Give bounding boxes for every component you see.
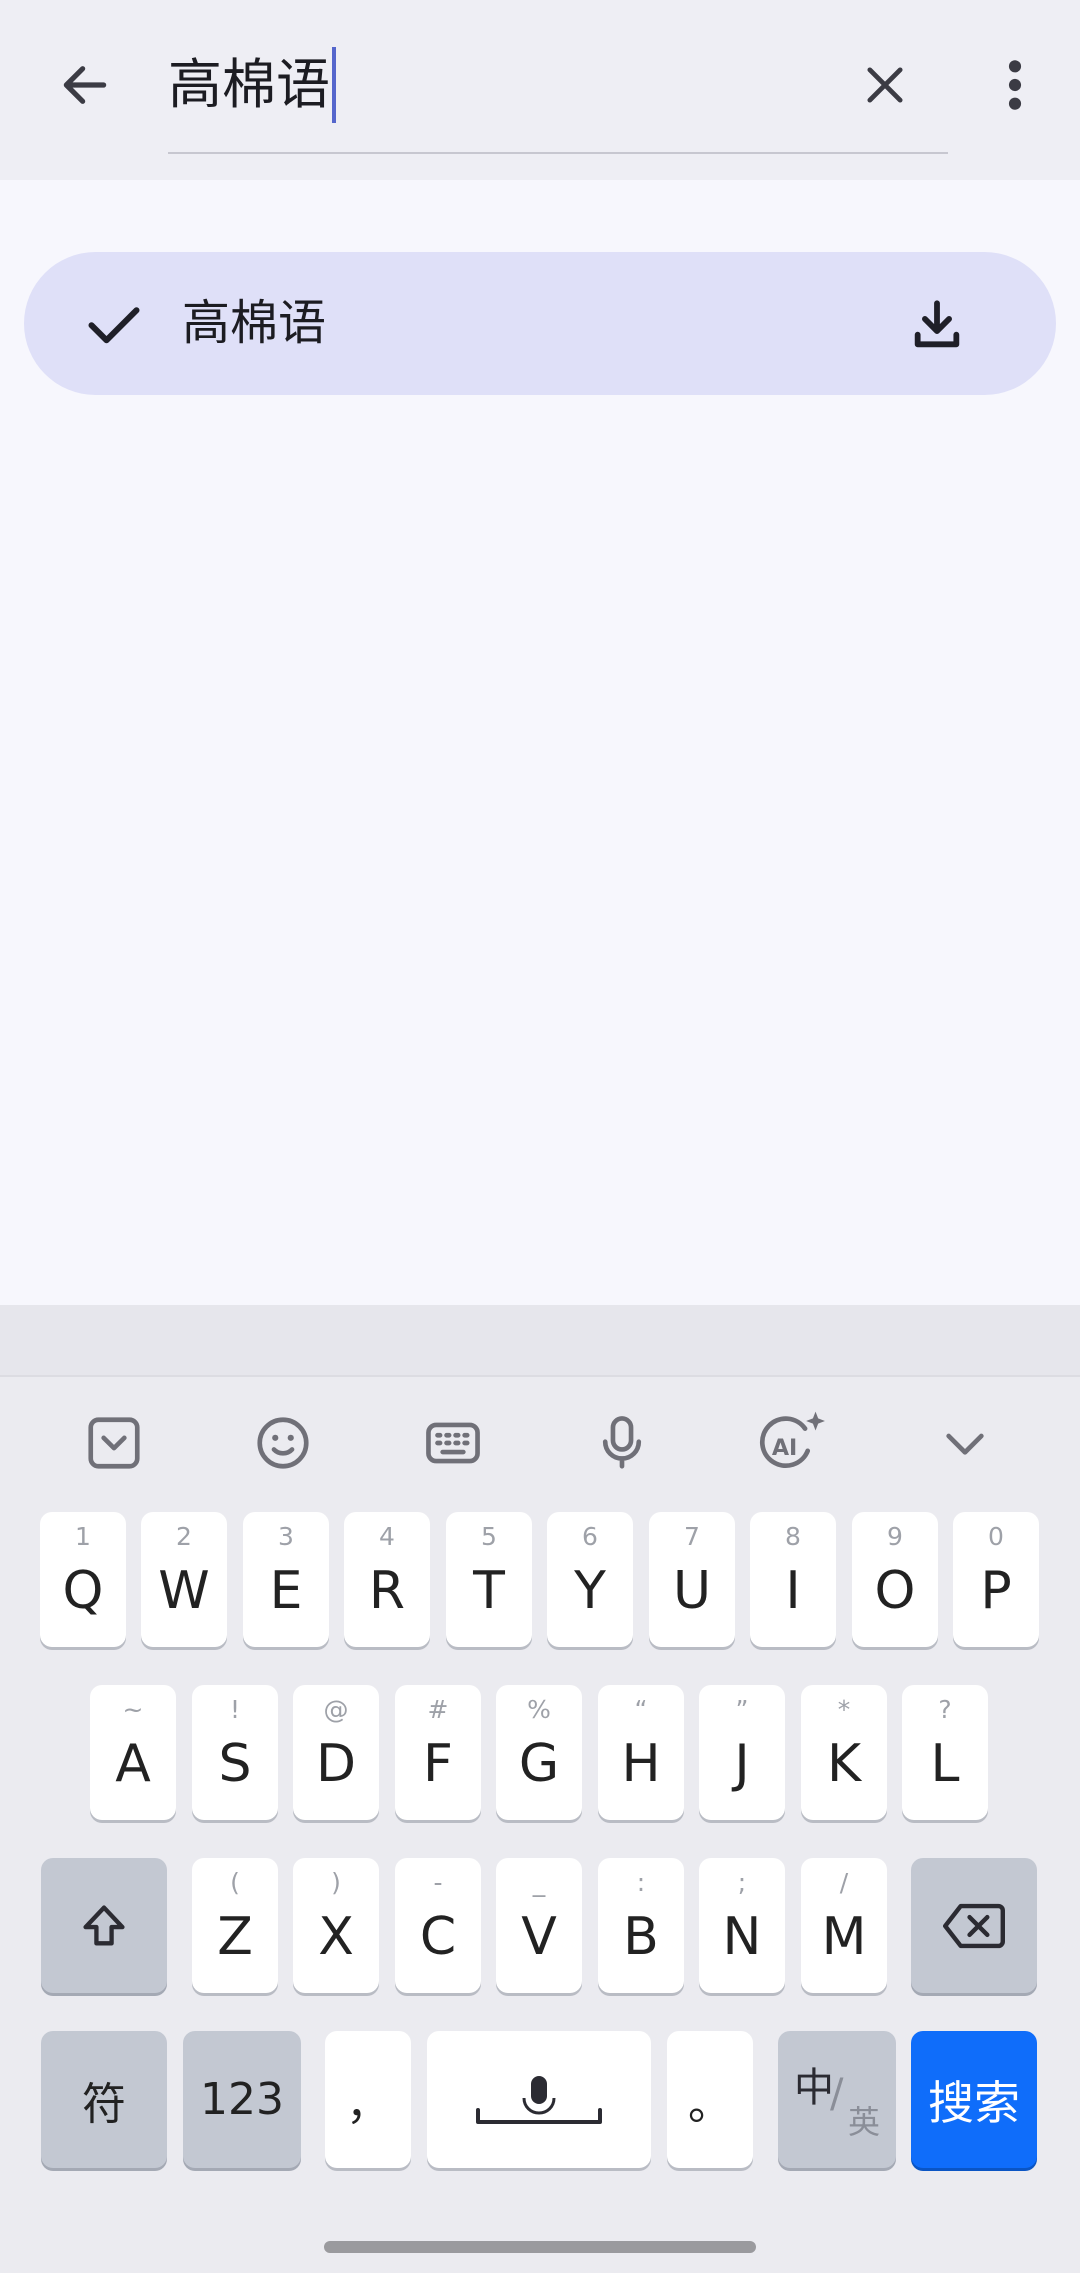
key-p[interactable]: 0P [953, 1512, 1039, 1647]
microphone-icon [602, 1415, 642, 1469]
key-u[interactable]: 7U [649, 1512, 735, 1647]
key-o[interactable]: 9O [852, 1512, 938, 1647]
key-m[interactable]: / M [801, 1858, 887, 1993]
key-y[interactable]: 6Y [547, 1512, 633, 1647]
key-b[interactable]: :B [598, 1858, 684, 1993]
numbers-key[interactable]: 123 [183, 2031, 301, 2168]
key-t[interactable]: 5T [446, 1512, 532, 1647]
key-c[interactable]: -C [395, 1858, 481, 1993]
voice-input-button[interactable] [572, 1405, 672, 1480]
search-key[interactable]: 搜索 [911, 2031, 1037, 2168]
back-button[interactable] [40, 45, 130, 125]
shift-arrow-icon [83, 1904, 125, 1945]
keyboard-icon [426, 1422, 480, 1463]
keyboard-menu-button[interactable] [915, 1405, 1015, 1480]
key-s[interactable]: ! S [192, 1685, 278, 1820]
arrow-left-icon [63, 66, 107, 104]
download-icon [914, 299, 959, 347]
key-h[interactable]: “H [598, 1685, 684, 1820]
key-d[interactable]: @ D [293, 1685, 379, 1820]
symbols-key[interactable]: 符 [41, 2031, 167, 2168]
key-z[interactable]: (Z [192, 1858, 278, 1993]
ai-assistant-button[interactable]: AI [742, 1405, 842, 1480]
close-icon [867, 67, 903, 103]
language-result-item[interactable]: 高棉语 [24, 252, 1056, 395]
space-mic-icon [476, 2075, 602, 2124]
keyboard-collapse-button[interactable] [64, 1405, 164, 1480]
key-n[interactable]: ; N [699, 1858, 785, 1993]
period-key[interactable]: 。 [667, 2031, 753, 2168]
key-v[interactable]: _ V [496, 1858, 582, 1993]
keyboard-hide-icon [88, 1416, 140, 1469]
shift-key[interactable] [41, 1858, 167, 1993]
emoji-icon [257, 1416, 309, 1469]
comma-key[interactable]: ， [325, 2031, 411, 2168]
key-g[interactable]: % G [496, 1685, 582, 1820]
search-field[interactable]: 高棉语 [168, 40, 948, 154]
language-switch-key[interactable]: 中 / 英 [778, 2031, 896, 2168]
backspace-icon [943, 1903, 1005, 1948]
chevron-down-icon [946, 1433, 984, 1455]
top-app-bar: 高棉语 [0, 0, 1080, 180]
search-query: 高棉语 [168, 53, 330, 116]
key-q[interactable]: 1Q [40, 1512, 126, 1647]
soft-keyboard: AI 1Q 2W 3E 4R 5T 6Y 7U 8I 9O 0P ~ A ! S @… [0, 1305, 1080, 2273]
clear-search-button[interactable] [840, 45, 930, 125]
ai-sparkle-icon: AI [759, 1411, 825, 1468]
text-cursor [332, 47, 336, 123]
backspace-key[interactable] [911, 1858, 1037, 1993]
key-j[interactable]: ” J [699, 1685, 785, 1820]
emoji-button[interactable] [233, 1405, 333, 1480]
space-key[interactable] [427, 2031, 651, 2168]
key-a[interactable]: ~ A [90, 1685, 176, 1820]
keyboard-top-strip [0, 1305, 1080, 1377]
svg-text:AI: AI [772, 1434, 797, 1460]
key-r[interactable]: 4R [344, 1512, 430, 1647]
keyboard-layout-button[interactable] [403, 1405, 503, 1480]
language-name: 高棉语 [182, 295, 327, 351]
key-e[interactable]: 3E [243, 1512, 329, 1647]
key-w[interactable]: 2W [141, 1512, 227, 1647]
key-f[interactable]: # F [395, 1685, 481, 1820]
key-l[interactable]: ? L [902, 1685, 988, 1820]
key-i[interactable]: 8I [750, 1512, 836, 1647]
key-x[interactable]: ) X [293, 1858, 379, 1993]
download-button[interactable] [894, 282, 979, 367]
key-k[interactable]: * K [801, 1685, 887, 1820]
more-vertical-icon [1008, 60, 1022, 110]
check-icon [74, 284, 154, 364]
more-options-button[interactable] [980, 45, 1050, 125]
home-indicator[interactable] [324, 2241, 756, 2253]
